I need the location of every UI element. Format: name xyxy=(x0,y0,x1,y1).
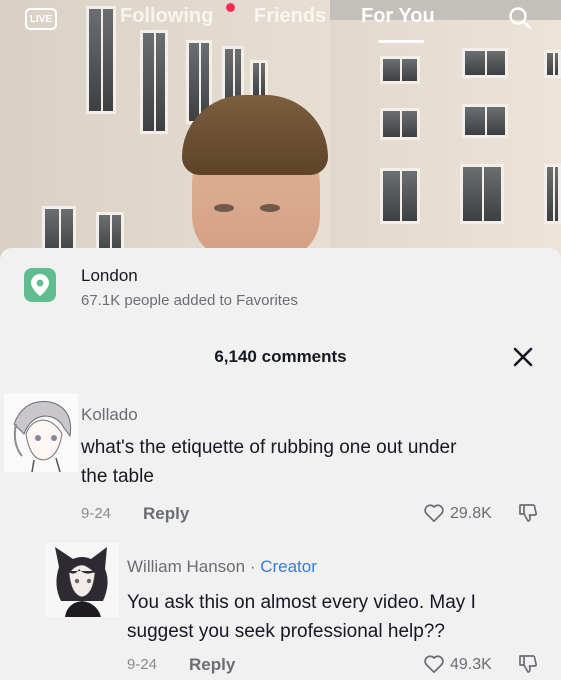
search-icon[interactable] xyxy=(508,6,532,30)
thumbs-down-icon[interactable] xyxy=(518,654,538,674)
heart-icon[interactable] xyxy=(423,503,445,523)
username-text: William Hanson xyxy=(127,557,246,576)
window xyxy=(380,108,420,140)
window xyxy=(140,30,168,134)
live-button[interactable]: LIVE xyxy=(25,8,57,30)
window xyxy=(460,164,504,224)
active-tab-indicator xyxy=(378,40,424,43)
comment-username[interactable]: William Hanson · Creator xyxy=(127,557,317,577)
window xyxy=(544,50,561,78)
window xyxy=(462,48,508,78)
comment-date: 9-24 xyxy=(127,656,158,673)
top-nav: LIVE Following Friends For You xyxy=(0,0,561,43)
thumbs-down-icon[interactable] xyxy=(518,503,538,523)
comment-text-line: suggest you seek professional help?? xyxy=(127,621,445,642)
location-title[interactable]: London xyxy=(81,266,138,286)
building-right xyxy=(330,20,561,258)
tab-friends[interactable]: Friends xyxy=(254,5,326,28)
reply-button[interactable]: Reply xyxy=(143,504,189,524)
window xyxy=(544,164,561,224)
comment-username[interactable]: Kollado xyxy=(81,405,138,425)
like-count: 29.8K xyxy=(450,505,492,522)
notification-dot xyxy=(226,3,235,12)
comment-text: You ask this on almost every video. May … xyxy=(127,588,476,646)
comment-text-line: what's the etiquette of rubbing one out … xyxy=(81,437,457,458)
location-icon xyxy=(24,268,56,302)
window xyxy=(380,168,420,224)
tab-for-you[interactable]: For You xyxy=(361,5,435,28)
comment-date: 9-24 xyxy=(81,505,112,522)
tab-following[interactable]: Following xyxy=(120,5,213,28)
comment-text: what's the etiquette of rubbing one out … xyxy=(81,433,456,491)
close-icon[interactable] xyxy=(512,346,534,368)
comment-text-line: You ask this on almost every video. May … xyxy=(127,592,476,613)
avatar[interactable] xyxy=(45,543,119,617)
window xyxy=(380,56,420,84)
window xyxy=(462,104,508,138)
heart-icon[interactable] xyxy=(423,654,445,674)
comment-text-line: the table xyxy=(81,466,154,487)
avatar[interactable] xyxy=(4,394,78,472)
like-count: 49.3K xyxy=(450,656,492,673)
reply-button[interactable]: Reply xyxy=(189,655,235,675)
creator-badge: · Creator xyxy=(245,557,317,576)
window xyxy=(250,60,268,100)
comments-count-title: 6,140 comments xyxy=(214,347,347,366)
location-subtitle: 67.1K people added to Favorites xyxy=(81,292,298,309)
